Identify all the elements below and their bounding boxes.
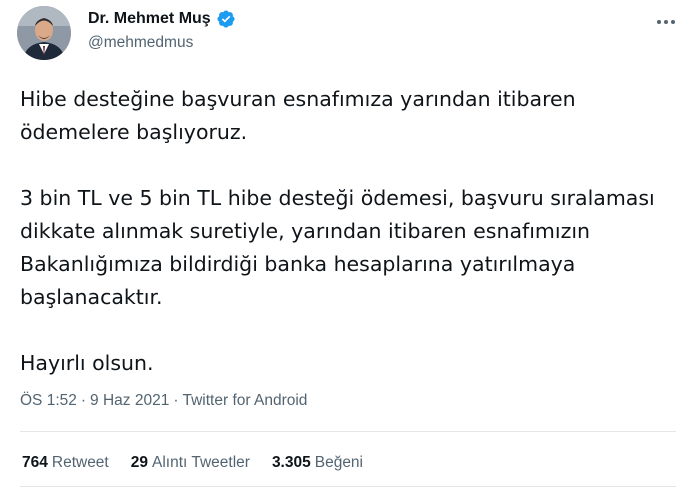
tweet-paragraph: Hibe desteğine başvuran esnafımıza yarın… [20, 87, 576, 144]
engagement-stats: 764 Retweet 29 Alıntı Tweetler 3.305 Beğ… [22, 454, 385, 472]
divider [20, 486, 676, 487]
tweet-text: Hibe desteğine başvuran esnafımıza yarın… [20, 83, 680, 380]
more-options-icon[interactable] [654, 10, 678, 34]
quotes-label: Alıntı Tweetler [152, 454, 250, 471]
tweet-date[interactable]: 9 Haz 2021 [90, 392, 169, 410]
tweet-paragraph: Hayırlı olsun. [20, 351, 154, 375]
quotes-stat[interactable]: 29 Alıntı Tweetler [131, 454, 250, 472]
tweet-time[interactable]: ÖS 1:52 [20, 392, 77, 410]
verified-badge-icon [217, 10, 235, 28]
divider [20, 431, 676, 432]
meta-separator: · [80, 392, 87, 409]
retweets-stat[interactable]: 764 Retweet [22, 454, 109, 472]
avatar-image [17, 6, 71, 60]
tweet-header: Dr. Mehmet Muş @mehmedmus [0, 0, 700, 66]
quotes-count: 29 [130, 454, 148, 471]
likes-stat[interactable]: 3.305 Beğeni [272, 454, 363, 472]
retweets-count: 764 [22, 454, 48, 471]
author-display-name[interactable]: Dr. Mehmet Muş [88, 10, 211, 28]
retweets-label: Retweet [51, 454, 109, 471]
avatar[interactable] [17, 6, 71, 60]
tweet-source[interactable]: Twitter for Android [183, 392, 308, 410]
tweet-paragraph: 3 bin TL ve 5 bin TL hibe desteği ödemes… [20, 186, 655, 309]
tweet-metadata: ÖS 1:52 · 9 Haz 2021 · Twitter for Andro… [20, 392, 307, 410]
author-handle[interactable]: @mehmedmus [88, 34, 193, 52]
author-name-row[interactable]: Dr. Mehmet Muş [88, 9, 236, 29]
meta-separator: · [173, 392, 179, 409]
likes-label: Beğeni [314, 454, 363, 471]
likes-count: 3.305 [271, 454, 311, 471]
